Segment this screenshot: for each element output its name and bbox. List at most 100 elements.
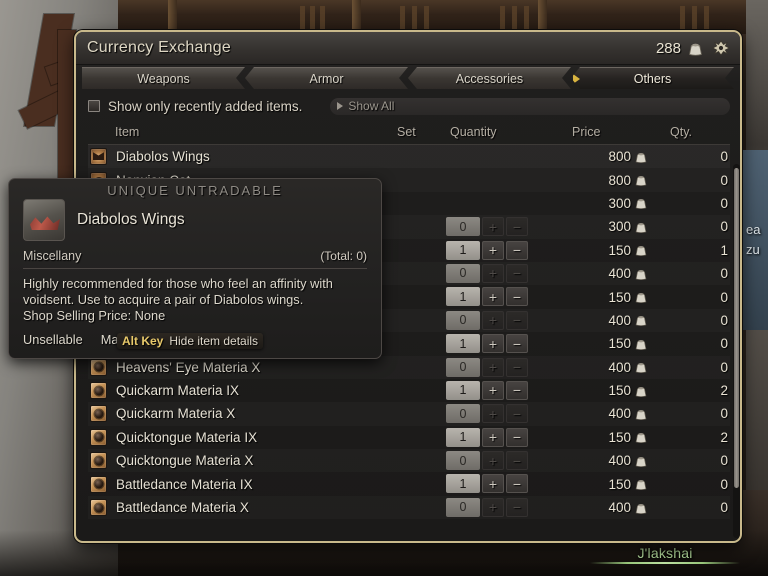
- quantity-increase-button[interactable]: +: [482, 263, 504, 283]
- quantity-increase-button[interactable]: +: [482, 404, 504, 424]
- table-row[interactable]: Quickarm Materia X 0 + −400 0: [88, 402, 730, 425]
- quantity-decrease-button[interactable]: −: [506, 451, 528, 471]
- show-all-button[interactable]: Show All: [330, 97, 730, 115]
- quantity-stepper[interactable]: 1 + −: [446, 334, 528, 354]
- quantity-value[interactable]: 0: [446, 217, 480, 237]
- quantity-value[interactable]: 0: [446, 404, 480, 424]
- quantity-stepper[interactable]: 0 + −: [446, 310, 528, 330]
- owned-qty-cell: 2: [666, 426, 728, 449]
- quantity-increase-button[interactable]: +: [482, 474, 504, 494]
- price-cell: 300: [570, 192, 648, 215]
- scrollbar-thumb[interactable]: [734, 168, 739, 488]
- item-name: Quickarm Materia X: [116, 406, 236, 422]
- tab-label: Armor: [309, 71, 344, 86]
- price-value: 400: [608, 312, 631, 328]
- column-header-qty: Qty.: [670, 125, 692, 139]
- quantity-increase-button[interactable]: +: [482, 451, 504, 471]
- quantity-value[interactable]: 0: [446, 310, 480, 330]
- quantity-decrease-button[interactable]: −: [506, 380, 528, 400]
- price-cell: 400: [570, 496, 648, 519]
- quantity-stepper[interactable]: 0 + −: [446, 263, 528, 283]
- quantity-decrease-button[interactable]: −: [506, 263, 528, 283]
- table-row[interactable]: Quicktongue Materia X 0 + −400 0: [88, 449, 730, 472]
- column-header-price: Price: [572, 125, 601, 139]
- filter-row: Show only recently added items. Show All: [88, 94, 730, 118]
- quantity-stepper[interactable]: 0 + −: [446, 497, 528, 517]
- quantity-value[interactable]: 0: [446, 497, 480, 517]
- tab-others[interactable]: Others: [571, 67, 734, 89]
- quantity-value[interactable]: 1: [446, 380, 480, 400]
- npc-name: J'lakshai: [637, 545, 693, 561]
- quantity-stepper[interactable]: 0 + −: [446, 451, 528, 471]
- table-row[interactable]: Battledance Materia IX 1 + − 150 0: [88, 472, 730, 495]
- quantity-stepper[interactable]: 1 + −: [446, 287, 528, 307]
- tab-label: Others: [633, 71, 672, 86]
- owned-qty-cell: 0: [666, 262, 728, 285]
- quantity-increase-button[interactable]: +: [482, 287, 504, 307]
- owned-qty-cell: 0: [666, 215, 728, 238]
- price-value: 150: [608, 383, 631, 399]
- scene-book: [512, 6, 517, 30]
- quantity-increase-button[interactable]: +: [482, 334, 504, 354]
- price-cell: 800: [570, 145, 648, 168]
- quantity-value[interactable]: 1: [446, 240, 480, 260]
- tab-accessories[interactable]: Accessories: [408, 67, 571, 89]
- price-cell: 400: [570, 449, 648, 472]
- table-row[interactable]: Diabolos Wings 800 0: [88, 145, 730, 169]
- tab-weapons[interactable]: Weapons: [82, 67, 245, 89]
- price-cell: 300: [570, 215, 648, 238]
- quantity-increase-button[interactable]: +: [482, 497, 504, 517]
- quantity-decrease-button[interactable]: −: [506, 474, 528, 494]
- quantity-increase-button[interactable]: +: [482, 240, 504, 260]
- price-cell: 150: [570, 285, 648, 308]
- quantity-decrease-button[interactable]: −: [506, 287, 528, 307]
- price-cell: 400: [570, 356, 648, 379]
- pouch-icon: [634, 360, 648, 374]
- quantity-decrease-button[interactable]: −: [506, 427, 528, 447]
- table-row[interactable]: Battledance Materia X 0 + −400 0: [88, 496, 730, 519]
- quantity-increase-button[interactable]: +: [482, 357, 504, 377]
- quantity-increase-button[interactable]: +: [482, 380, 504, 400]
- quantity-increase-button[interactable]: +: [482, 427, 504, 447]
- quantity-decrease-button[interactable]: −: [506, 310, 528, 330]
- table-row[interactable]: Quicktongue Materia IX 1 + − 150 2: [88, 426, 730, 449]
- tooltip-header: Diabolos Wings: [23, 199, 367, 241]
- quantity-stepper[interactable]: 1 + −: [446, 240, 528, 260]
- quantity-stepper[interactable]: 1 + −: [446, 474, 528, 494]
- price-value: 400: [608, 500, 631, 516]
- table-row[interactable]: Heavens' Eye Materia X 0 + −400 0: [88, 356, 730, 379]
- quantity-stepper[interactable]: 0 + −: [446, 404, 528, 424]
- quantity-stepper[interactable]: 0 + −: [446, 357, 528, 377]
- icon-materia-icon: [90, 499, 107, 517]
- close-icon[interactable]: [710, 37, 732, 59]
- quantity-decrease-button[interactable]: −: [506, 357, 528, 377]
- quantity-decrease-button[interactable]: −: [506, 404, 528, 424]
- quantity-decrease-button[interactable]: −: [506, 240, 528, 260]
- quantity-value[interactable]: 0: [446, 263, 480, 283]
- quantity-value[interactable]: 1: [446, 474, 480, 494]
- quantity-increase-button[interactable]: +: [482, 217, 504, 237]
- scene-book: [320, 6, 325, 30]
- quantity-stepper[interactable]: 1 + −: [446, 427, 528, 447]
- scene-book: [310, 6, 315, 30]
- quantity-decrease-button[interactable]: −: [506, 334, 528, 354]
- caret-right-icon: [337, 102, 344, 110]
- quantity-value[interactable]: 1: [446, 427, 480, 447]
- quantity-decrease-button[interactable]: −: [506, 497, 528, 517]
- recently-added-checkbox[interactable]: [88, 100, 100, 112]
- quantity-increase-button[interactable]: +: [482, 310, 504, 330]
- list-scrollbar[interactable]: [733, 164, 740, 538]
- icon-materia-icon: [90, 358, 107, 376]
- quantity-stepper[interactable]: 1 + −: [446, 380, 528, 400]
- icon-materia-icon: [90, 475, 107, 493]
- quantity-value[interactable]: 0: [446, 451, 480, 471]
- quantity-stepper[interactable]: 0 + −: [446, 217, 528, 237]
- hide-item-details-hint[interactable]: Alt Key Hide item details: [117, 333, 264, 349]
- quantity-value[interactable]: 1: [446, 334, 480, 354]
- quantity-decrease-button[interactable]: −: [506, 217, 528, 237]
- tab-armor[interactable]: Armor: [245, 67, 408, 89]
- quantity-value[interactable]: 1: [446, 287, 480, 307]
- show-all-label: Show All: [348, 99, 395, 113]
- table-row[interactable]: Quickarm Materia IX 1 + − 150 2: [88, 379, 730, 402]
- quantity-value[interactable]: 0: [446, 357, 480, 377]
